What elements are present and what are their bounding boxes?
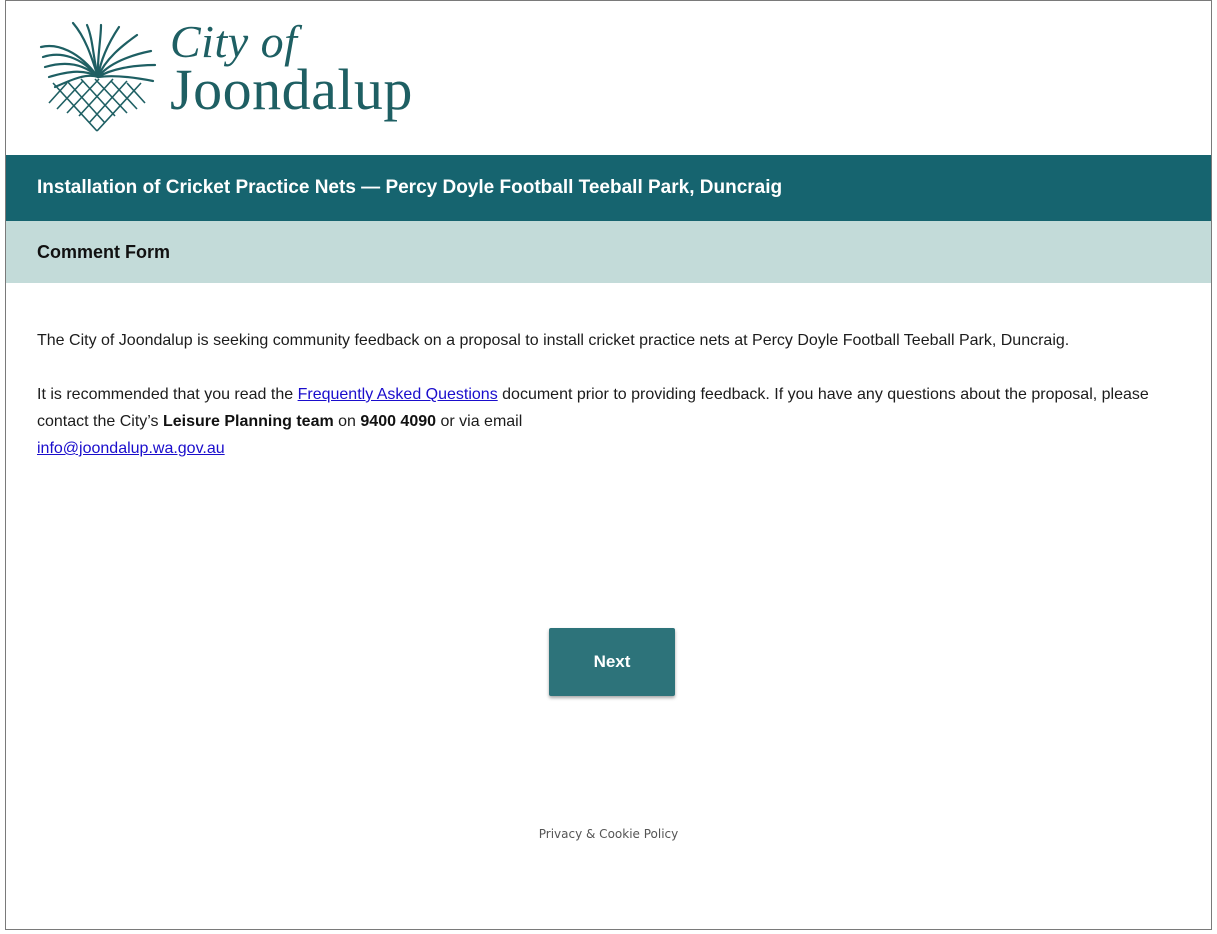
survey-title: Installation of Cricket Practice Nets — … [37,177,783,198]
logo-line-joondalup: Joondalup [170,57,413,122]
intro-paragraph-1: The City of Joondalup is seeking communi… [37,332,1070,349]
intro-text-segment: on [333,413,361,430]
intro-text-segment: It is recommended that you read the [37,386,298,403]
phone-number: 9400 4090 [360,413,437,430]
intro-text: The City of Joondalup is seeking communi… [37,327,1167,489]
email-link[interactable]: info@joondalup.wa.gov.au [37,440,225,457]
intro-text-segment: or via email [436,413,523,430]
form-title: Comment Form [37,241,171,262]
city-logo-wordmark: City of Joondalup [170,13,413,119]
form-title-bar: Comment Form [6,221,1211,283]
city-logo: City of Joondalup [39,13,459,138]
faq-link[interactable]: Frequently Asked Questions [298,386,498,403]
intro-paragraph-2: It is recommended that you read the Freq… [37,381,1167,462]
privacy-cookie-policy-link[interactable]: Privacy & Cookie Policy [6,827,1211,841]
page-frame: City of Joondalup Installation of Cricke… [5,0,1212,930]
team-name: Leisure Planning team [162,413,334,430]
next-button[interactable]: Next [549,628,675,696]
survey-title-bar: Installation of Cricket Practice Nets — … [6,155,1211,221]
joondalup-palm-lattice-logo-icon [39,21,157,132]
